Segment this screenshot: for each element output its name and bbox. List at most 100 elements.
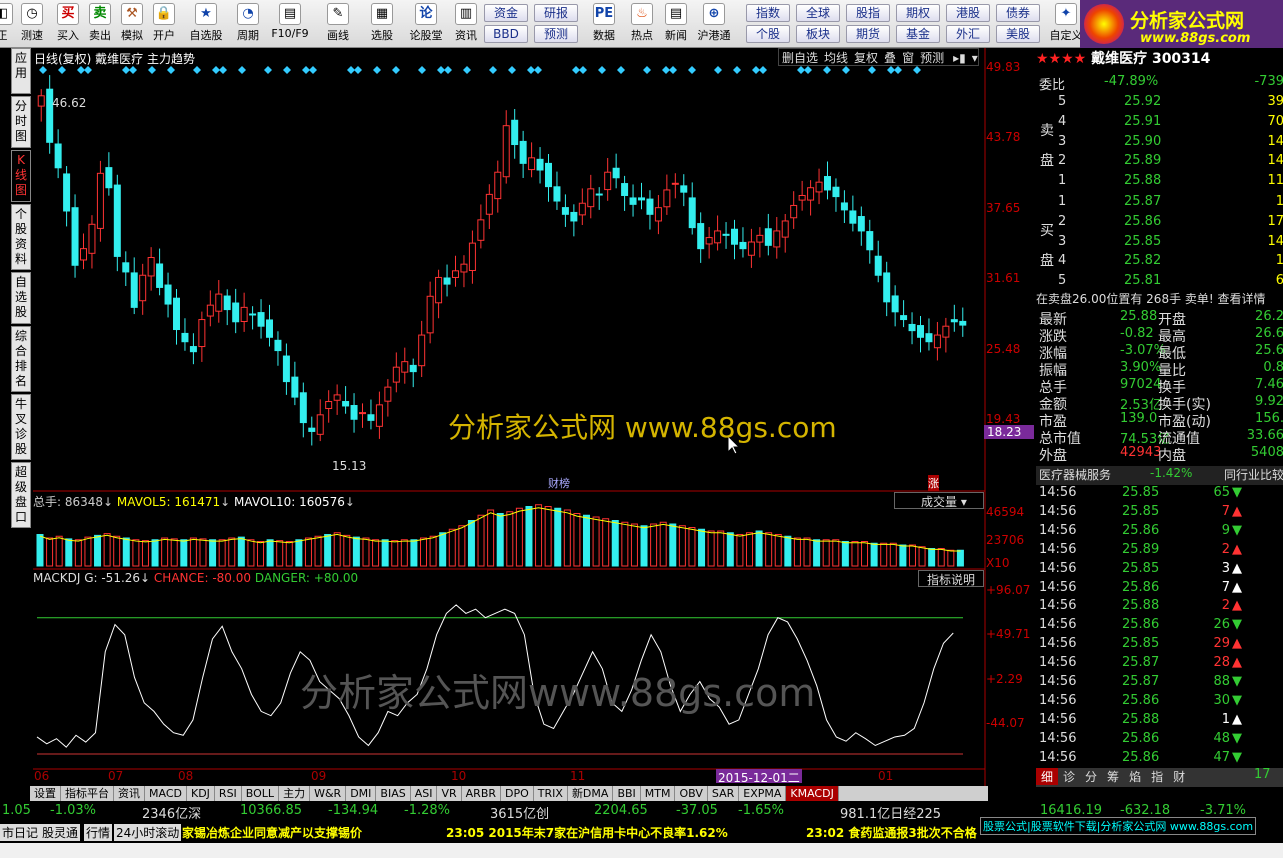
draw-line-button[interactable]: ✎ 画线 xyxy=(322,3,354,45)
tab-market-diary[interactable]: 市日记 xyxy=(0,824,41,841)
sell-level-row[interactable]: 3 25.90 14 xyxy=(1036,134,1283,153)
funds-button[interactable]: 基金 xyxy=(896,25,940,43)
news-item[interactable]: 23:05 2015年末7家在沪信用卡中心不良率1.62% xyxy=(446,824,728,841)
event-marker[interactable]: 涨 xyxy=(928,475,939,491)
indicator-tab[interactable]: BBI xyxy=(613,786,641,801)
indicator-tab[interactable]: 主力 xyxy=(279,786,311,801)
indicator-tab[interactable]: MTM xyxy=(641,786,676,801)
indicator-tab[interactable]: ASI xyxy=(411,786,438,801)
indicator-tab[interactable]: SAR xyxy=(708,786,740,801)
tab-chips[interactable]: 筹 xyxy=(1102,768,1124,785)
open-account-button[interactable]: 🔒 开户 xyxy=(148,3,180,45)
indicator-tab[interactable]: MACD xyxy=(145,786,187,801)
tab-flame[interactable]: 焰 xyxy=(1124,768,1146,785)
indicator-tab[interactable]: TRIX xyxy=(534,786,568,801)
indicator-tab[interactable]: KDJ xyxy=(187,786,215,801)
hk-stocks-button[interactable]: 港股 xyxy=(946,4,990,22)
tab-finance[interactable]: 财 xyxy=(1168,768,1190,785)
buy-level-row[interactable]: 3 25.85 14 xyxy=(1036,234,1283,253)
buy-level-row[interactable]: 2 25.86 17 xyxy=(1036,214,1283,233)
remove-watchlist-button[interactable]: 删自选 xyxy=(779,51,821,65)
watchlist-button[interactable]: ★ 自选股 xyxy=(186,3,226,45)
speedtest-button[interactable]: ◷ 测速 xyxy=(16,3,48,45)
indicator-tab[interactable]: ARBR xyxy=(462,786,502,801)
indicator-tab[interactable]: 资讯 xyxy=(114,786,145,801)
options-button[interactable]: 期权 xyxy=(896,4,940,22)
f10-button[interactable]: ▤ F10/F9 xyxy=(270,3,310,45)
tab-super-book[interactable]: 超级盘口 xyxy=(11,462,31,528)
indicator-tab[interactable]: 设置 xyxy=(30,786,61,801)
index-button[interactable]: 指数 xyxy=(746,4,790,22)
sector-button[interactable]: 板块 xyxy=(796,25,840,43)
ad-banner[interactable]: 股票公式|股票软件下载|分析家公式网 www.88gs.com xyxy=(980,817,1257,835)
tab-watchlist[interactable]: 自选股 xyxy=(11,272,31,324)
tab-kline[interactable]: K线图 xyxy=(11,150,31,202)
buy-level-row[interactable]: 1 25.87 1 xyxy=(1036,194,1283,213)
indicator-tab[interactable]: DMI xyxy=(346,786,377,801)
news-button[interactable]: ▤ 新闻 xyxy=(660,3,692,45)
sell-level-row[interactable]: 4 25.91 70 xyxy=(1036,114,1283,133)
buy-level-row[interactable]: 4 25.82 1 xyxy=(1036,253,1283,272)
indicator-tab[interactable]: W&R xyxy=(310,786,347,801)
forum-button[interactable]: 论论股堂 xyxy=(406,3,446,45)
simulate-button[interactable]: ⚒ 模拟 xyxy=(116,3,148,45)
period-button[interactable]: ◔ 周期 xyxy=(232,3,264,45)
indicator-tab[interactable]: 指标平台 xyxy=(61,786,114,801)
forecast-button[interactable]: 预测 xyxy=(534,25,578,43)
restore-button[interactable]: 复权 xyxy=(851,51,881,65)
dropdown-icon[interactable]: ▾ xyxy=(972,51,978,65)
sell-button[interactable]: 卖卖出 xyxy=(84,3,116,45)
us-stocks-button[interactable]: 美股 xyxy=(996,25,1040,43)
sell-level-row[interactable]: 5 25.92 39 xyxy=(1036,94,1283,113)
tab-ranking[interactable]: 综合排名 xyxy=(11,326,31,392)
event-marker[interactable]: 财榜 xyxy=(548,475,570,491)
indicator-tab[interactable]: OBV xyxy=(675,786,708,801)
tab-24h-scroll[interactable]: 24小时滚动 xyxy=(114,824,182,841)
indicator-tab[interactable]: BIAS xyxy=(376,786,411,801)
news-info-button[interactable]: ▥ 资讯 xyxy=(450,3,482,45)
capital-button[interactable]: 资金 xyxy=(484,4,528,22)
news-item[interactable]: 23:02 食药监通报3批次不合格 xyxy=(806,824,977,841)
indicator-tab[interactable]: 新DMA xyxy=(568,786,614,801)
tab-index[interactable]: 指 xyxy=(1146,768,1168,785)
global-button[interactable]: 全球 xyxy=(796,4,840,22)
data-button[interactable]: PE 数据 xyxy=(588,3,620,45)
stock-picker-button[interactable]: ▦ 选股 xyxy=(366,3,398,45)
tab-diagnosis[interactable]: 牛叉诊股 xyxy=(11,394,31,460)
indicator-tab[interactable]: KMACDJ xyxy=(786,786,839,801)
tab-stock-link[interactable]: 股灵通 xyxy=(40,824,81,841)
indicator-tab[interactable]: VR xyxy=(437,786,462,801)
ma-button[interactable]: 均线 xyxy=(821,51,851,65)
sell-level-row[interactable]: 1 25.88 11 xyxy=(1036,173,1283,192)
tab-apps[interactable]: 应用 xyxy=(11,48,31,94)
window-button[interactable]: 窗 xyxy=(899,51,917,65)
news-item[interactable]: 家锡冶炼企业同意减产以支撑锡价 xyxy=(182,824,362,841)
hotspot-button[interactable]: ♨ 热点 xyxy=(626,3,658,45)
buy-button[interactable]: 买买入 xyxy=(52,3,84,45)
indicator-help-button[interactable]: 指标说明 xyxy=(918,570,984,587)
bonds-button[interactable]: 债券 xyxy=(996,4,1040,22)
volume-select[interactable]: 成交量 ▾ xyxy=(894,492,984,509)
indicator-tab[interactable]: EXPMA xyxy=(739,786,787,801)
notice-row[interactable]: 在卖盘26.00位置有 268手 卖单! 查看详情 xyxy=(1036,290,1283,309)
indicator-tab[interactable]: RSI xyxy=(215,786,242,801)
predict-button[interactable]: 预测 xyxy=(917,51,947,65)
tab-diag[interactable]: 诊 xyxy=(1058,768,1080,785)
tab-stock-profile[interactable]: 个股资料 xyxy=(11,204,31,270)
tab-intraday[interactable]: 分时图 xyxy=(11,96,31,148)
bbd-button[interactable]: BBD xyxy=(484,25,528,43)
overlay-button[interactable]: 叠 xyxy=(881,51,899,65)
stock-index-button[interactable]: 股指 xyxy=(846,4,890,22)
tab-detail[interactable]: 细 xyxy=(1036,768,1059,785)
sell-level-row[interactable]: 2 25.89 14 xyxy=(1036,153,1283,172)
futures-button[interactable]: 期货 xyxy=(846,25,890,43)
hk-connect-button[interactable]: ⊕ 沪港通 xyxy=(694,3,734,45)
indicator-tab[interactable]: BOLL xyxy=(242,786,280,801)
tab-fen[interactable]: 分 xyxy=(1080,768,1102,785)
forex-button[interactable]: 外汇 xyxy=(946,25,990,43)
single-stock-button[interactable]: 个股 xyxy=(746,25,790,43)
indicator-tab[interactable]: DPO xyxy=(501,786,534,801)
tab-quotes[interactable]: 行情 xyxy=(84,824,113,841)
research-button[interactable]: 研报 xyxy=(534,4,578,22)
arrow-icon[interactable]: ▸▮ xyxy=(947,51,972,65)
